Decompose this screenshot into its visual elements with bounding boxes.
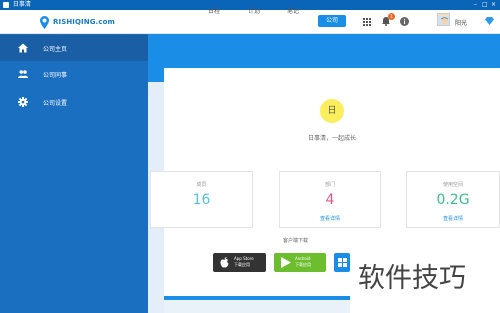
app-store-button[interactable]: App Store 下载应用	[213, 253, 266, 272]
windows-icon	[338, 258, 347, 267]
home-icon	[18, 43, 28, 53]
play-icon	[281, 257, 291, 268]
diamond-icon[interactable]	[485, 17, 494, 25]
android-download-button[interactable]: Android 下载应用	[274, 253, 326, 272]
location-pin-icon	[40, 15, 49, 29]
sidebar-item-settings[interactable]: 公司设置	[0, 89, 148, 115]
store-subtitle: 下载应用	[295, 262, 311, 267]
view-details-link[interactable]: 查看详情	[407, 215, 499, 222]
avatar-image	[438, 16, 449, 25]
people-icon	[18, 70, 28, 78]
stat-value: 16	[192, 192, 211, 208]
brand-logo[interactable]: RISHIQING.com	[40, 15, 115, 29]
sidebar-item-colleagues[interactable]: 公司同事	[0, 61, 148, 87]
gear-icon	[18, 97, 28, 107]
close-icon[interactable]: ×	[491, 0, 496, 10]
windows-download-button[interactable]	[334, 253, 350, 272]
username[interactable]: 阳光	[455, 18, 467, 27]
stat-label: 使用空间	[442, 182, 463, 188]
watermark-overlay: 软件技巧	[350, 240, 500, 313]
stat-label: 成员	[196, 182, 207, 188]
brand-name: RISHIQING.com	[53, 18, 115, 26]
client-download-label: 客户端下载	[283, 238, 309, 244]
tab-schedule[interactable]: 日程	[201, 6, 227, 18]
sidebar-item-company-home[interactable]: 公司主页	[0, 35, 148, 61]
apps-grid-icon[interactable]	[363, 18, 371, 26]
day-badge: 日	[320, 99, 344, 123]
tab-notes[interactable]: 笔记	[280, 6, 306, 18]
sidebar-item-label: 公司同事	[43, 71, 68, 79]
slogan-text: 日事清，一起成长	[307, 135, 356, 142]
app-icon	[3, 1, 9, 8]
maximize-icon[interactable]: □	[482, 0, 488, 10]
apple-icon	[220, 257, 229, 268]
window-title: 日事清	[12, 1, 31, 8]
view-details-link[interactable]: 查看详情	[280, 215, 380, 222]
store-subtitle: 下载应用	[234, 262, 250, 267]
stat-value: 4	[325, 192, 335, 208]
stat-members: 成员 16	[150, 171, 253, 228]
stat-value: 0.2G	[436, 192, 470, 208]
tab-plan[interactable]: 计划	[241, 6, 267, 18]
tab-company[interactable]: 公司	[318, 15, 346, 27]
avatar[interactable]	[437, 13, 450, 26]
minimize-icon[interactable]: –	[474, 0, 477, 10]
notification-badge: 1	[388, 13, 395, 20]
info-icon[interactable]	[400, 17, 409, 26]
download-text: App Store 下载应用	[234, 256, 254, 268]
stat-label: 部门	[324, 182, 335, 188]
watermark-text: 软件技巧	[358, 263, 466, 294]
sidebar-item-label: 公司设置	[43, 99, 68, 107]
stat-storage: 使用空间 0.2G 查看详情	[406, 171, 500, 228]
download-text: Android 下载应用	[295, 256, 311, 268]
sidebar-item-label: 公司主页	[43, 45, 68, 53]
stat-departments: 部门 4 查看详情	[279, 171, 381, 228]
